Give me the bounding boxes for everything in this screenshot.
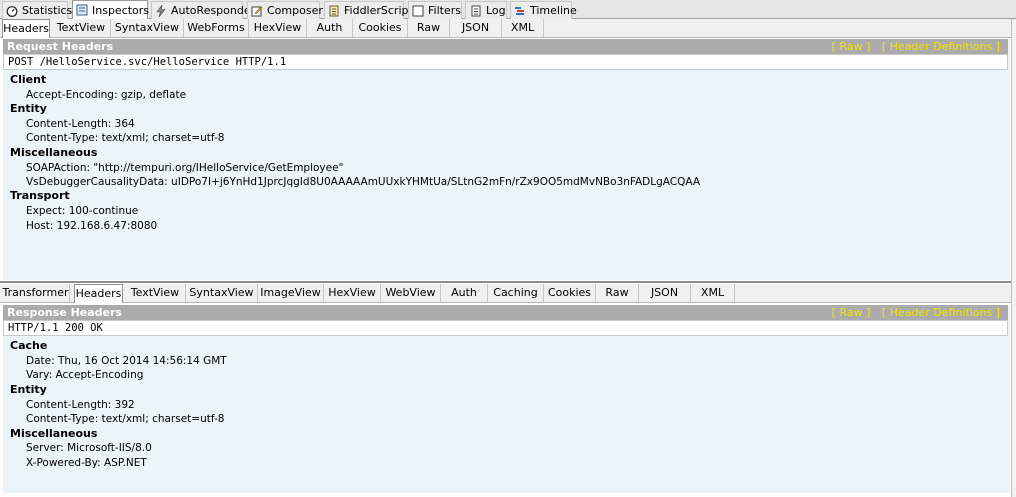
header-row[interactable]: Content-Length: 392 bbox=[26, 398, 135, 412]
request-header-definitions-link[interactable]: [ Header Definitions ] bbox=[882, 40, 1000, 53]
header-group-miscellaneous[interactable]: Miscellaneous bbox=[10, 427, 97, 441]
request-tab-strip: Headers TextView SyntaxView WebForms Hex… bbox=[0, 19, 1016, 38]
header-row[interactable]: SOAPAction: "http://tempuri.org/IHelloSe… bbox=[26, 161, 343, 175]
response-headers-pane: Response Headers [ Raw ] [ Header Defini… bbox=[3, 305, 1010, 493]
header-group-client[interactable]: Client bbox=[10, 73, 46, 87]
header-row[interactable]: Vary: Accept-Encoding bbox=[26, 368, 143, 382]
header-group-entity[interactable]: Entity bbox=[10, 102, 47, 116]
lightning-icon bbox=[155, 4, 167, 17]
response-tab-cookies[interactable]: Cookies bbox=[544, 284, 596, 302]
tab-label: Filters bbox=[428, 4, 461, 17]
request-headers-pane: Request Headers [ Raw ] [ Header Definit… bbox=[3, 39, 1010, 280]
status-line[interactable]: HTTP/1.1 200 OK bbox=[3, 320, 1008, 336]
response-tab-raw[interactable]: Raw bbox=[596, 284, 639, 302]
request-tab-hexview[interactable]: HexView bbox=[249, 19, 307, 37]
request-raw-link[interactable]: [ Raw ] bbox=[832, 40, 871, 53]
response-raw-link[interactable]: [ Raw ] bbox=[832, 306, 871, 319]
tab-label: FiddlerScript bbox=[344, 4, 413, 17]
header-row[interactable]: Content-Type: text/xml; charset=utf-8 bbox=[26, 412, 224, 426]
request-tab-json[interactable]: JSON bbox=[450, 19, 502, 37]
header-row[interactable]: Date: Thu, 16 Oct 2014 14:56:14 GMT bbox=[26, 354, 227, 368]
tab-label: Composer bbox=[267, 4, 323, 17]
tab-label: Log bbox=[486, 4, 506, 17]
request-tab-xml[interactable]: XML bbox=[502, 19, 544, 37]
header-row[interactable]: Accept-Encoding: gzip, deflate bbox=[26, 88, 186, 102]
checkbox-icon bbox=[412, 4, 424, 17]
tab-timeline[interactable]: Timeline bbox=[510, 1, 577, 19]
request-headers-title: Request Headers bbox=[7, 40, 114, 53]
request-header-links: [ Raw ] [ Header Definitions ] bbox=[824, 39, 1000, 54]
response-tab-headers[interactable]: Headers bbox=[74, 284, 123, 303]
header-group-cache[interactable]: Cache bbox=[10, 339, 47, 353]
script-icon bbox=[328, 4, 340, 17]
tab-label: Timeline bbox=[530, 4, 577, 17]
header-row[interactable]: Content-Length: 364 bbox=[26, 117, 135, 131]
request-tab-headers[interactable]: Headers bbox=[2, 19, 50, 38]
tab-autoresponder[interactable]: AutoResponder bbox=[151, 1, 255, 19]
request-headers-title-bar: Request Headers [ Raw ] [ Header Definit… bbox=[3, 39, 1008, 54]
response-tab-syntaxview[interactable]: SyntaxView bbox=[186, 284, 258, 302]
response-tab-webview[interactable]: WebView bbox=[381, 284, 441, 302]
response-headers-title-bar: Response Headers [ Raw ] [ Header Defini… bbox=[3, 305, 1008, 320]
timeline-icon bbox=[514, 4, 526, 17]
response-tab-textview[interactable]: TextView bbox=[125, 284, 186, 302]
header-group-miscellaneous[interactable]: Miscellaneous bbox=[10, 146, 97, 160]
composer-icon bbox=[251, 4, 263, 17]
request-tab-auth[interactable]: Auth bbox=[307, 19, 353, 37]
header-row[interactable]: Expect: 100-continue bbox=[26, 204, 138, 218]
tab-label: Inspectors bbox=[92, 3, 150, 17]
stopwatch-icon bbox=[6, 4, 18, 17]
tab-inspectors[interactable]: Inspectors bbox=[72, 0, 150, 19]
header-group-entity[interactable]: Entity bbox=[10, 383, 47, 397]
request-tab-webforms[interactable]: WebForms bbox=[184, 19, 249, 37]
response-tab-xml[interactable]: XML bbox=[691, 284, 735, 302]
response-header-definitions-link[interactable]: [ Header Definitions ] bbox=[882, 306, 1000, 319]
tab-fiddlerscript[interactable]: FiddlerScript bbox=[324, 1, 413, 19]
response-tab-json[interactable]: JSON bbox=[639, 284, 691, 302]
top-tab-strip: Statistics Inspectors AutoResponder Comp… bbox=[0, 0, 1016, 19]
request-line[interactable]: POST /HelloService.svc/HelloService HTTP… bbox=[3, 54, 1008, 70]
pane-splitter[interactable] bbox=[0, 281, 1016, 283]
tab-label: AutoResponder bbox=[171, 4, 256, 17]
tab-statistics[interactable]: Statistics bbox=[2, 1, 72, 19]
header-row[interactable]: X-Powered-By: ASP.NET bbox=[26, 456, 147, 470]
tab-label: Statistics bbox=[22, 4, 73, 17]
tab-composer[interactable]: Composer bbox=[247, 1, 323, 19]
header-row[interactable]: Content-Type: text/xml; charset=utf-8 bbox=[26, 131, 224, 145]
response-tab-caching[interactable]: Caching bbox=[488, 284, 544, 302]
log-icon bbox=[469, 4, 482, 17]
request-tab-raw[interactable]: Raw bbox=[408, 19, 450, 37]
window-right-edge bbox=[1011, 19, 1016, 497]
response-tab-strip: Transformer Headers TextView SyntaxView … bbox=[0, 284, 1016, 303]
request-tab-textview[interactable]: TextView bbox=[52, 19, 111, 37]
request-tab-cookies[interactable]: Cookies bbox=[353, 19, 408, 37]
tab-filters[interactable]: Filters bbox=[408, 1, 462, 19]
response-headers-title: Response Headers bbox=[7, 306, 122, 319]
response-tab-auth[interactable]: Auth bbox=[441, 284, 488, 302]
response-header-links: [ Raw ] [ Header Definitions ] bbox=[824, 305, 1000, 320]
response-tab-transformer[interactable]: Transformer bbox=[2, 284, 70, 302]
header-row[interactable]: Server: Microsoft-IIS/8.0 bbox=[26, 441, 152, 455]
request-tab-syntaxview[interactable]: SyntaxView bbox=[111, 19, 184, 37]
header-row[interactable]: VsDebuggerCausalityData: uIDPo7I+j6YnHd1… bbox=[26, 175, 700, 189]
inspectors-icon bbox=[76, 4, 88, 17]
header-group-transport[interactable]: Transport bbox=[10, 189, 70, 203]
tab-log[interactable]: Log bbox=[465, 1, 507, 19]
response-tab-hexview[interactable]: HexView bbox=[324, 284, 381, 302]
header-row[interactable]: Host: 192.168.6.47:8080 bbox=[26, 219, 157, 233]
response-tab-imageview[interactable]: ImageView bbox=[258, 284, 324, 302]
